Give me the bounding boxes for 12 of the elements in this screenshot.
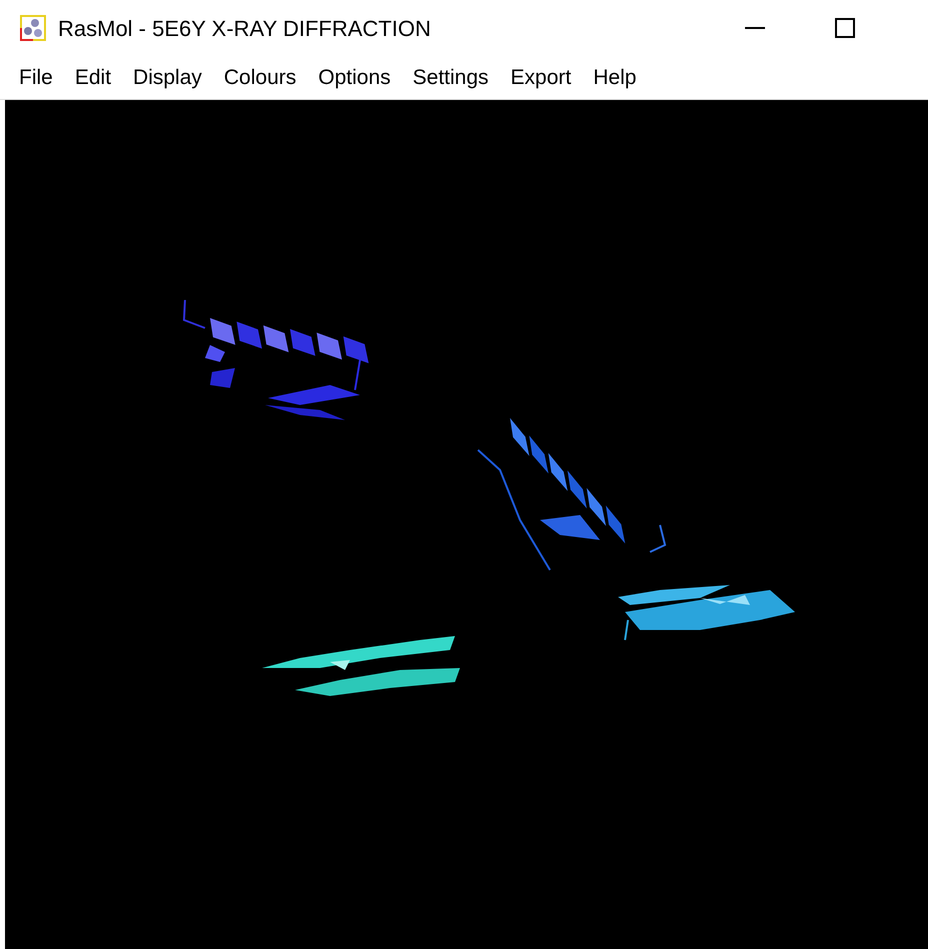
menu-item[interactable]: Colours bbox=[212, 56, 308, 100]
menu-item[interactable]: Options bbox=[307, 56, 402, 100]
app-icon bbox=[20, 15, 46, 41]
minimize-icon bbox=[745, 27, 765, 29]
menu-item[interactable]: Settings bbox=[402, 56, 500, 100]
maximize-icon bbox=[835, 18, 855, 38]
menu-item[interactable]: Display bbox=[122, 56, 213, 100]
menu-item[interactable]: Help bbox=[582, 56, 648, 100]
menu-item[interactable]: Edit bbox=[64, 56, 122, 100]
window-title: RasMol - 5E6Y X-RAY DIFFRACTION bbox=[58, 14, 431, 42]
menu-item[interactable]: Export bbox=[500, 56, 582, 100]
menu-item[interactable]: File bbox=[8, 56, 64, 100]
